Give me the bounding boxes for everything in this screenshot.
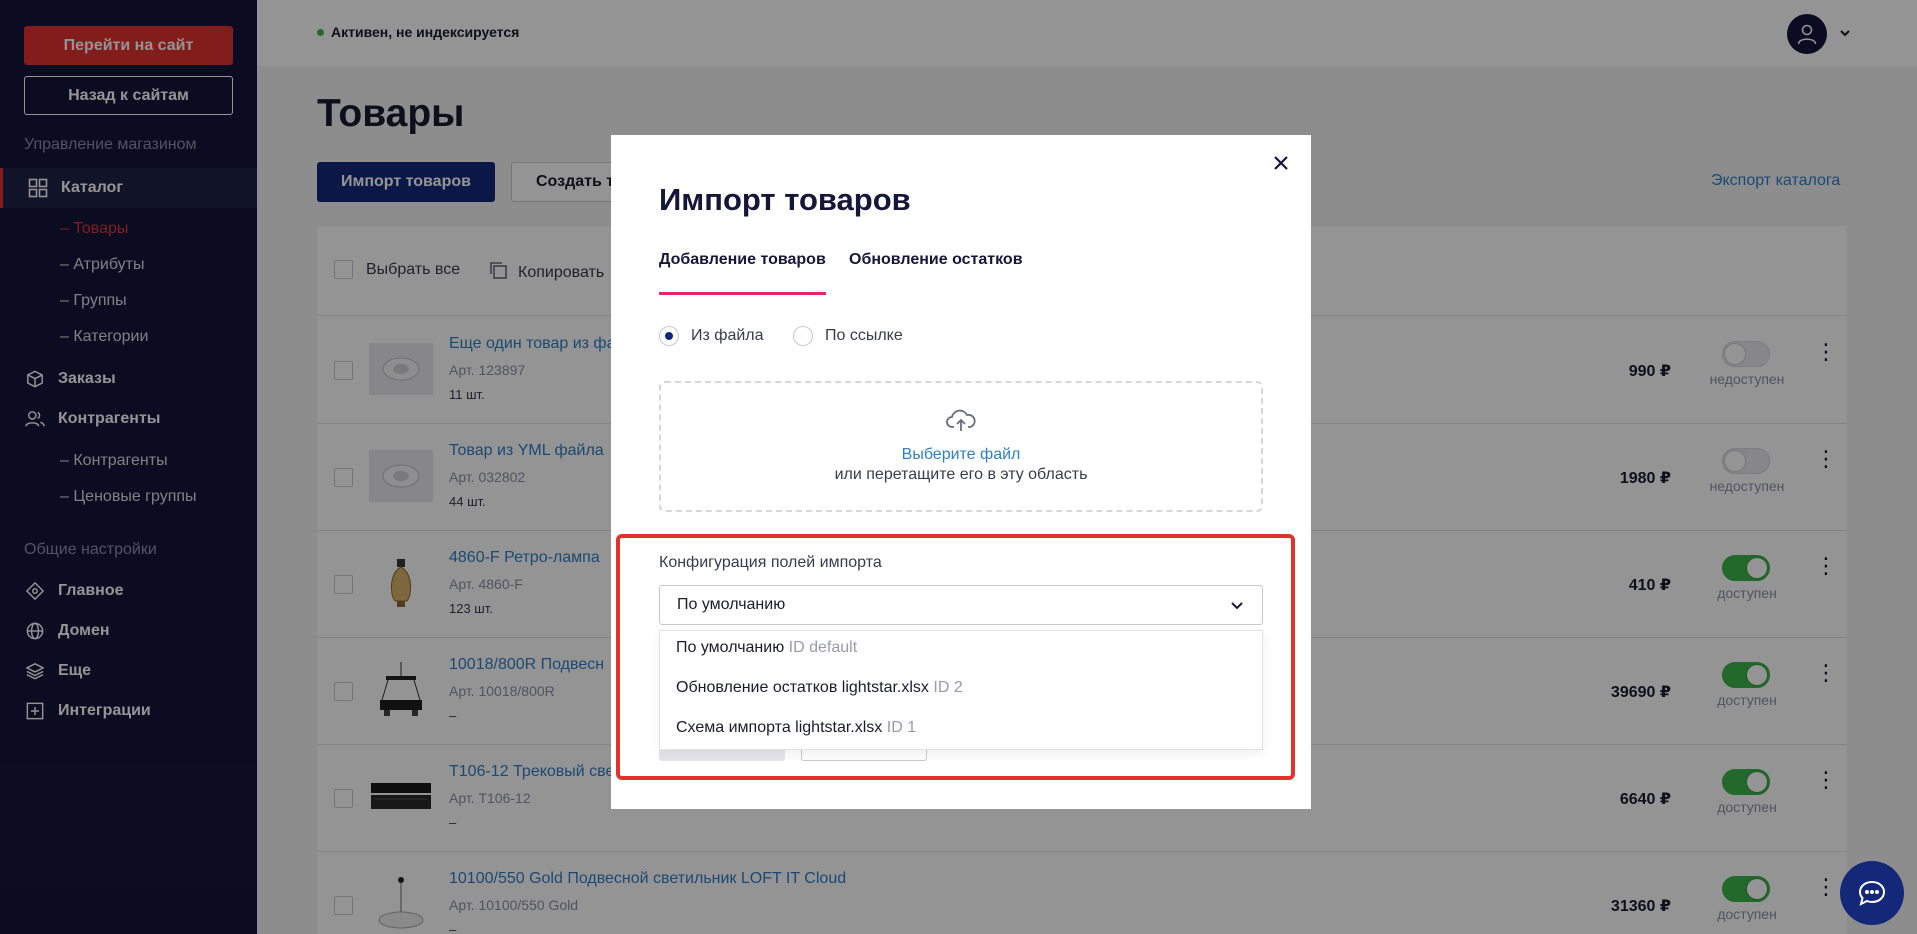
tab-update-stock[interactable]: Обновление остатков <box>849 251 1023 295</box>
highlight-frame <box>616 534 1295 780</box>
file-drop-zone[interactable]: Выберите файл или перетащите его в эту о… <box>659 381 1263 512</box>
radio-button[interactable] <box>659 326 679 346</box>
chat-button[interactable] <box>1840 861 1904 925</box>
radio-from-file[interactable]: Из файла <box>659 326 764 346</box>
drag-hint: или перетащите его в эту область <box>834 466 1088 483</box>
tab-add-products[interactable]: Добавление товаров <box>659 251 826 295</box>
close-icon[interactable] <box>1269 151 1293 175</box>
choose-file-link[interactable]: Выберите файл <box>902 446 1021 464</box>
radio-button[interactable] <box>793 326 813 346</box>
radio-by-link[interactable]: По ссылке <box>793 326 903 346</box>
radio-label: Из файла <box>691 327 764 344</box>
modal-title: Импорт товаров <box>659 182 911 217</box>
radio-label: По ссылке <box>825 327 903 344</box>
chat-icon <box>1858 880 1886 906</box>
cloud-upload-icon <box>946 409 976 438</box>
